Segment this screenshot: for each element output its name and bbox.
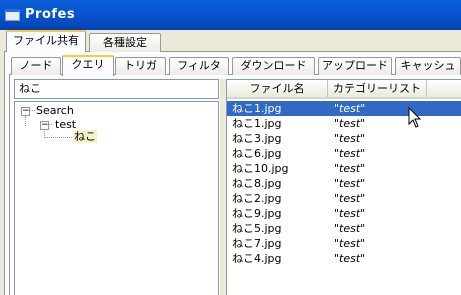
category-cell: "test" [334,252,366,265]
filename-cell: ねこ1.jpg [232,102,282,115]
table-row[interactable]: ねこ4.jpg "test" [227,251,461,266]
category-cell: "test" [334,162,366,175]
outer-tab-strip: ファイル共有 各種設定 [0,30,461,52]
inner-tab-strip: ノード クエリ トリガ フィルタ ダウンロード アップロード キャッシュ [9,55,461,76]
tree-node-neko[interactable]: ねこ [73,130,97,144]
filename-cell: ねこ1.jpg [232,117,282,130]
table-row[interactable]: ねこ2.jpg "test" [227,191,461,206]
category-cell: "test" [334,192,366,205]
tab-upload[interactable]: アップロード [318,57,392,75]
table-row[interactable]: ねこ1.jpg "test" [227,116,461,131]
collapse-icon[interactable]: − [40,121,49,130]
category-cell: "test" [334,222,366,235]
table-row[interactable]: ねこ7.jpg "test" [227,236,461,251]
filename-cell: ねこ7.jpg [232,237,282,250]
category-cell: "test" [334,237,366,250]
table-row[interactable]: ねこ5.jpg "test" [227,221,461,236]
category-cell: "test" [334,177,366,190]
search-tree[interactable]: − Search − test ねこ [14,101,219,295]
tree-line [25,116,26,126]
filename-cell: ねこ2.jpg [232,192,282,205]
collapse-icon[interactable]: − [21,107,30,116]
table-row[interactable]: ねこ10.jpg "test" [227,161,461,176]
tab-trigger[interactable]: トリガ [115,57,166,75]
tab-cache[interactable]: キャッシュ [395,57,461,75]
tab-download[interactable]: ダウンロード [232,57,315,75]
filename-cell: ねこ5.jpg [232,222,282,235]
category-cell: "test" [334,132,366,145]
window-title: Profes [25,7,76,22]
tree-node-label: Search [36,104,74,117]
table-row[interactable]: ねこ8.jpg "test" [227,176,461,191]
category-cell: "test" [334,207,366,220]
tab-node[interactable]: ノード [11,57,61,75]
table-row[interactable]: ねこ1.jpg "test" [227,101,461,116]
tab-filter[interactable]: フィルタ [169,57,229,75]
column-header-category[interactable]: カテゴリーリスト [328,80,427,97]
tab-file-sharing[interactable]: ファイル共有 [6,30,86,52]
filename-cell: ねこ6.jpg [232,147,282,160]
table-row[interactable]: ねこ3.jpg "test" [227,131,461,146]
filename-cell: ねこ9.jpg [232,207,282,220]
title-bar: Profes [0,0,461,30]
column-header-filename[interactable]: ファイル名 [227,80,328,97]
filename-cell: ねこ10.jpg [232,162,289,175]
results-list[interactable]: ファイル名 カテゴリーリスト ねこ1.jpg "test" ねこ1.jpg "test… [226,79,461,295]
list-header: ファイル名 カテゴリーリスト [227,80,461,99]
filename-cell: ねこ8.jpg [232,177,282,190]
category-cell: "test" [334,117,366,130]
table-row[interactable]: ねこ9.jpg "test" [227,206,461,221]
category-cell: "test" [334,102,366,115]
tree-line [44,137,72,138]
table-row[interactable]: ねこ6.jpg "test" [227,146,461,161]
tab-settings[interactable]: 各種設定 [89,33,161,52]
tree-node-label: ねこ [73,130,97,143]
search-input[interactable]: ねこ [14,79,219,99]
filename-cell: ねこ4.jpg [232,252,282,265]
mouse-cursor-icon [408,107,422,128]
filename-cell: ねこ3.jpg [232,132,282,145]
tab-query[interactable]: クエリ [62,55,114,76]
window-icon [5,9,20,21]
category-cell: "test" [334,147,366,160]
